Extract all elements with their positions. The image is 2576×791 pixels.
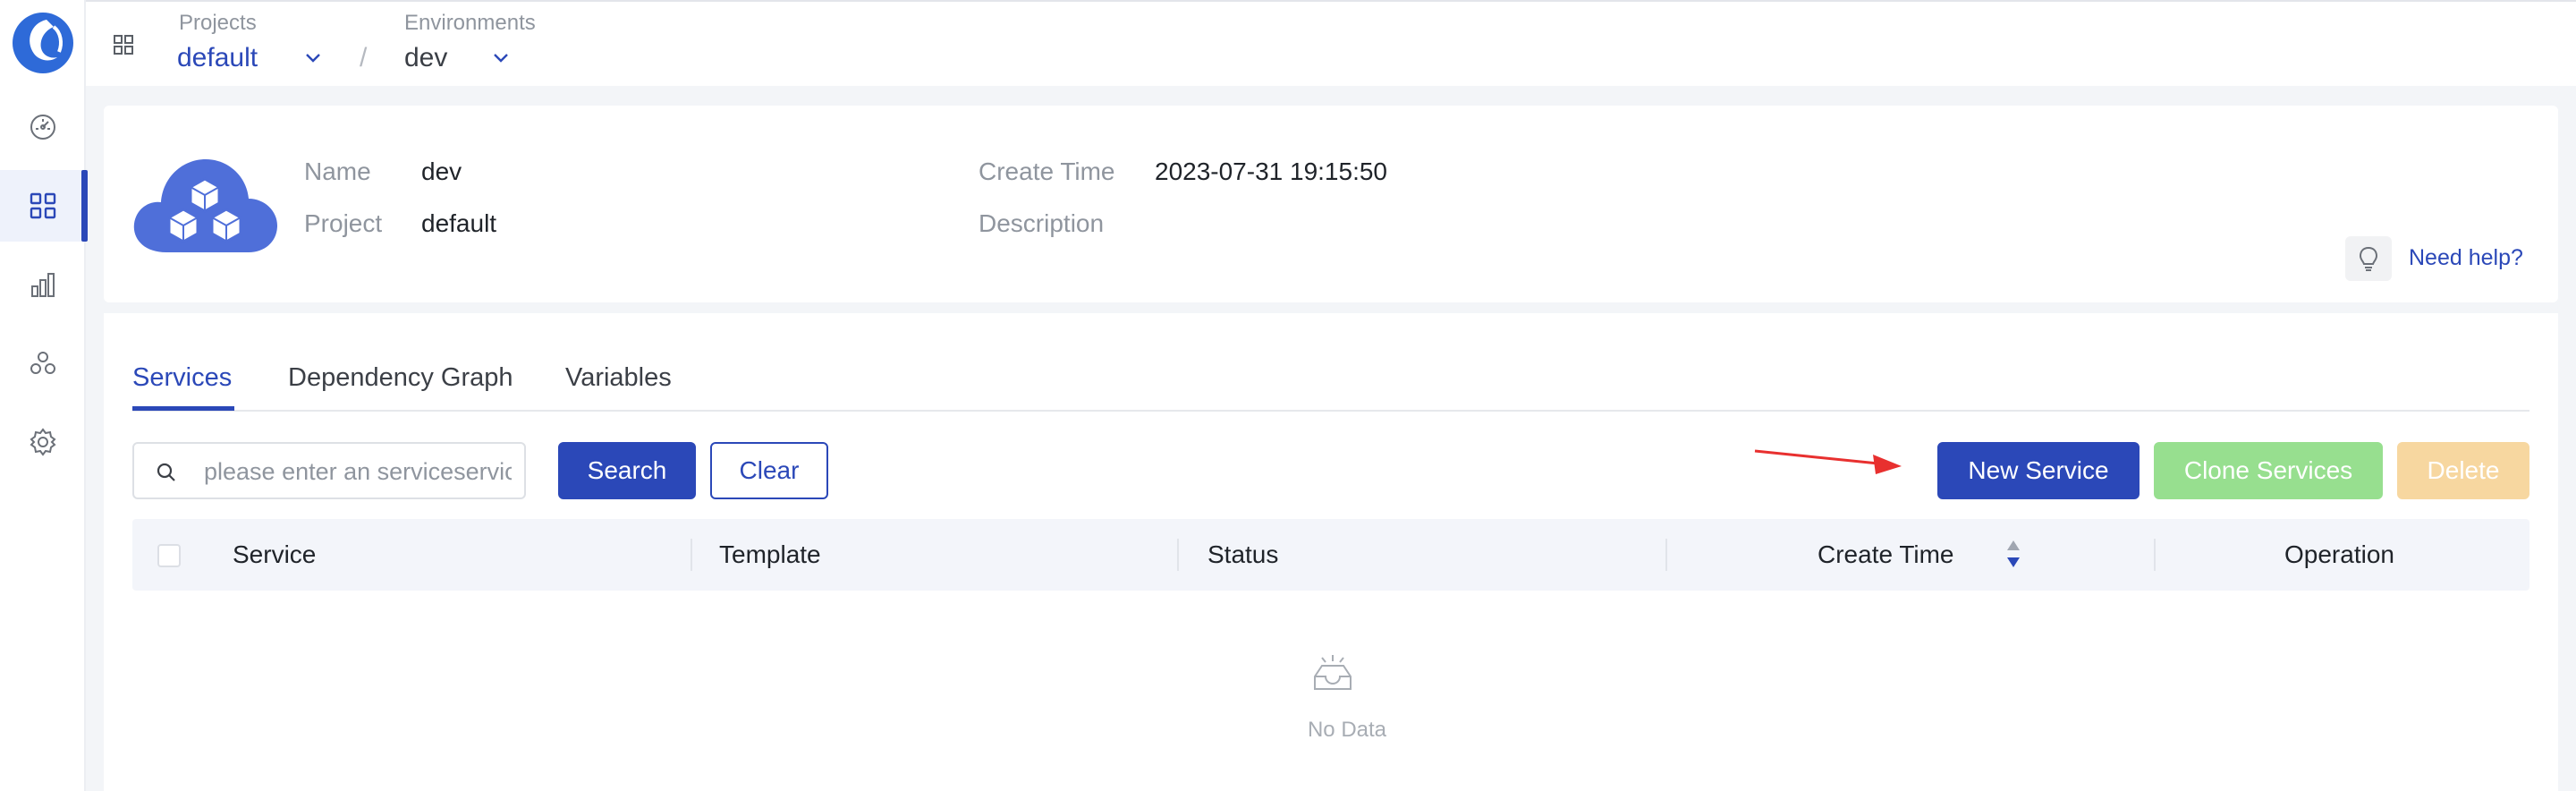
description-label: Description [979,209,1105,237]
apps-menu-icon[interactable] [113,34,134,55]
column-create-time[interactable]: Create Time [1818,540,1954,569]
search-button[interactable]: Search [558,442,696,499]
tab-dependency-graph[interactable]: Dependency Graph [288,363,513,393]
logo-icon[interactable] [11,11,75,75]
new-service-button[interactable]: New Service [1937,442,2140,499]
tab-variables[interactable]: Variables [565,363,672,393]
create-time-value: 2023-07-31 19:15:50 [1155,157,1387,185]
name-value: dev [421,157,462,185]
column-divider [2154,539,2156,571]
bar-chart-icon [31,273,55,297]
environment-info-card: Name dev Project default Create Time 202… [104,106,2558,302]
column-operation: Operation [2284,540,2394,568]
environments-label: Environments [404,11,536,35]
red-arrow-annotation [1754,449,1902,474]
empty-state-text: No Data [1307,718,1387,742]
active-tab-indicator [132,406,234,411]
lightbulb-icon [2359,246,2378,271]
dashboard-icon [30,115,55,140]
chevron-down-icon[interactable] [304,52,322,64]
sort-icon[interactable] [2005,539,2021,569]
app-root: Projects default / Environments dev Name… [0,0,2576,791]
service-search-box[interactable] [132,442,526,499]
chevron-down-icon[interactable] [492,52,510,64]
sidebar-item-settings[interactable] [0,406,86,478]
create-time-label: Create Time [979,157,1115,185]
clear-button[interactable]: Clear [710,442,828,499]
breadcrumb-separator: / [360,43,368,72]
help-button[interactable] [2345,236,2392,281]
project-value: default [421,209,497,237]
select-all-checkbox[interactable] [157,544,181,567]
tab-bar: Services Dependency Graph Variables [132,313,2529,412]
need-help-link[interactable]: Need help? [2409,245,2523,271]
environment-cloud-icon [133,159,277,252]
clone-services-button[interactable]: Clone Services [2154,442,2383,499]
search-icon [157,463,175,481]
project-label: Project [304,209,383,237]
projects-label: Projects [179,11,257,35]
service-search-input[interactable] [204,451,512,492]
gear-icon [30,428,56,456]
column-template: Template [719,540,821,568]
delete-button[interactable]: Delete [2397,442,2529,499]
column-service: Service [233,540,317,568]
project-selector[interactable]: default [177,43,258,73]
tab-services[interactable]: Services [132,363,232,393]
topbar: Projects default / Environments dev [86,0,2576,86]
cluster-icon [30,352,55,374]
column-divider [691,539,692,571]
sidebar [0,0,88,791]
services-panel: Services Dependency Graph Variables Sear… [104,313,2558,791]
column-status: Status [1208,540,1279,568]
column-divider [1665,539,1667,571]
sidebar-item-dashboard[interactable] [0,91,86,163]
environment-selector[interactable]: dev [404,43,447,73]
sidebar-item-statistics[interactable] [0,249,86,320]
empty-inbox-icon [1314,655,1352,690]
column-divider [1177,539,1179,571]
sidebar-item-cluster[interactable] [0,327,86,399]
services-table-header: Service Template Status Create Time Oper… [132,519,2529,591]
apps-grid-icon [30,192,56,219]
name-label: Name [304,157,371,185]
sidebar-item-apps[interactable] [0,170,88,242]
